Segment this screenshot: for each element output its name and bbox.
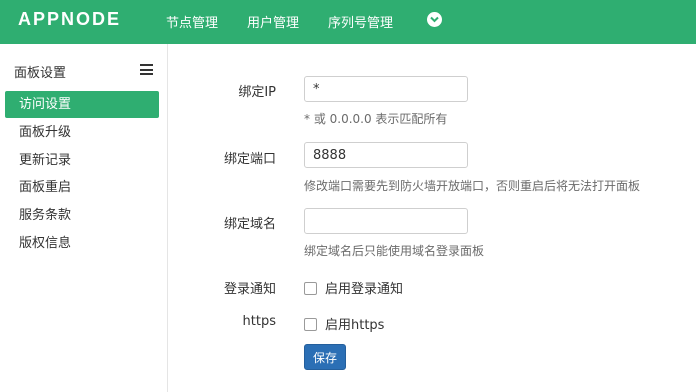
- bind-ip-help: * 或 0.0.0.0 表示匹配所有: [304, 112, 448, 126]
- sidebar: 面板设置 访问设置 面板升级 更新记录 面板重启 服务条款 版权信息: [0, 44, 168, 392]
- bind-domain-help: 绑定域名后只能使用域名登录面板: [304, 244, 485, 258]
- login-notify-label: 登录通知: [223, 282, 276, 297]
- top-nav-bar: APPNODE 节点管理 用户管理 序列号管理: [0, 0, 696, 44]
- login-notify-checkbox-label: 启用登录通知: [325, 282, 404, 297]
- sidebar-item-copyright[interactable]: 版权信息: [5, 230, 159, 257]
- bind-port-input[interactable]: [304, 142, 468, 168]
- sidebar-item-panel-restart[interactable]: 面板重启: [5, 174, 159, 201]
- bind-domain-input[interactable]: [304, 208, 468, 234]
- sidebar-item-access-settings[interactable]: 访问设置: [5, 91, 159, 118]
- bind-domain-label: 绑定域名: [223, 217, 276, 232]
- menu-icon[interactable]: [140, 64, 153, 75]
- login-notify-checkbox[interactable]: [304, 282, 317, 295]
- sidebar-item-panel-upgrade[interactable]: 面板升级: [5, 119, 159, 146]
- https-label: https: [242, 314, 276, 329]
- https-checkbox-label: 启用https: [325, 318, 385, 333]
- nav-node-management[interactable]: 节点管理: [166, 12, 218, 31]
- bind-ip-input[interactable]: [304, 76, 468, 102]
- sidebar-item-update-log[interactable]: 更新记录: [5, 147, 159, 174]
- bind-port-help: 修改端口需要先到防火墙开放端口，否则重启后将无法打开面板: [304, 179, 641, 193]
- settings-form: 绑定IP * 或 0.0.0.0 表示匹配所有 绑定端口 修改端口需要先到防火墙…: [168, 44, 696, 392]
- nav-serial-management[interactable]: 序列号管理: [328, 12, 393, 31]
- nav-user-management[interactable]: 用户管理: [247, 12, 299, 31]
- https-option[interactable]: 启用https: [304, 314, 384, 333]
- bind-port-label: 绑定端口: [223, 152, 276, 167]
- bind-ip-label: 绑定IP: [238, 85, 276, 100]
- https-checkbox[interactable]: [304, 318, 317, 331]
- app-logo[interactable]: APPNODE: [18, 9, 121, 30]
- save-button[interactable]: 保存: [304, 344, 346, 370]
- chevron-down-icon[interactable]: [427, 12, 442, 27]
- sidebar-item-terms[interactable]: 服务条款: [5, 202, 159, 229]
- sidebar-title: 面板设置: [14, 66, 67, 81]
- login-notify-option[interactable]: 启用登录通知: [304, 278, 403, 297]
